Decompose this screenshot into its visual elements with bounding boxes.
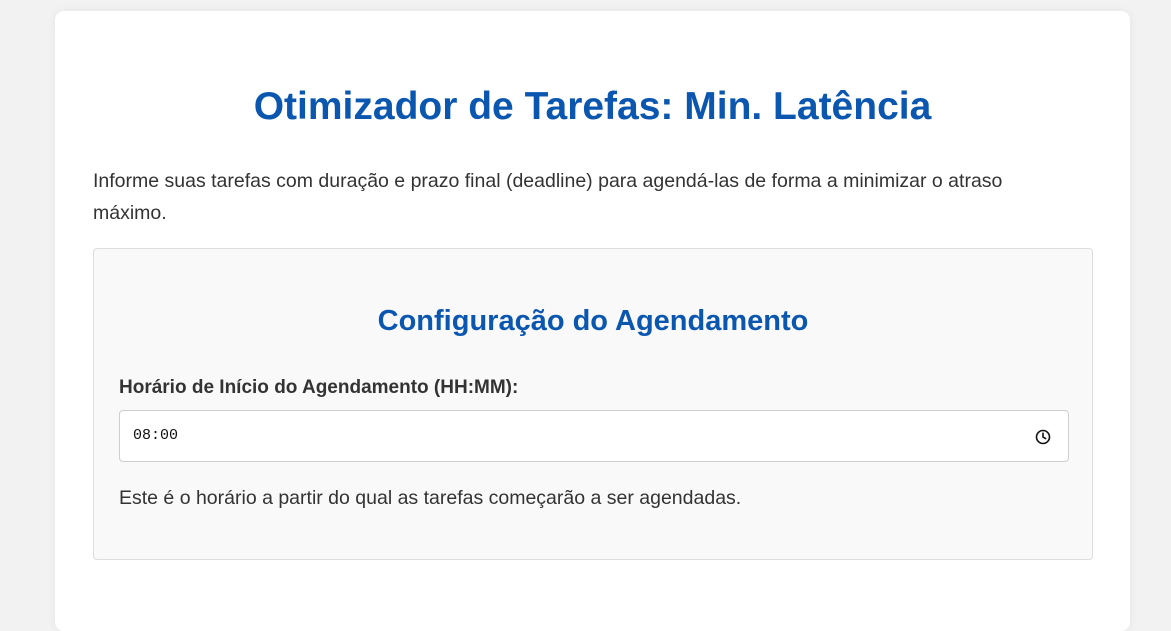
section-title: Configuração do Agendamento <box>377 305 809 337</box>
clock-icon[interactable] <box>1034 428 1052 446</box>
intro-text: Informe suas tarefas com duração e prazo… <box>93 170 1003 224</box>
schedule-config-panel: Configuração do Agendamento Horário de I… <box>93 248 1093 560</box>
start-time-value: 08:00 <box>133 427 179 444</box>
start-time-input[interactable]: 08:00 <box>119 410 1069 462</box>
start-time-help-text: Este é o horário a partir do qual as tar… <box>119 487 742 509</box>
page-title: Otimizador de Tarefas: Min. Latência <box>253 85 932 128</box>
start-time-label: Horário de Início do Agendamento (HH:MM)… <box>119 377 519 398</box>
main-container: Otimizador de Tarefas: Min. Latência Inf… <box>55 11 1130 631</box>
